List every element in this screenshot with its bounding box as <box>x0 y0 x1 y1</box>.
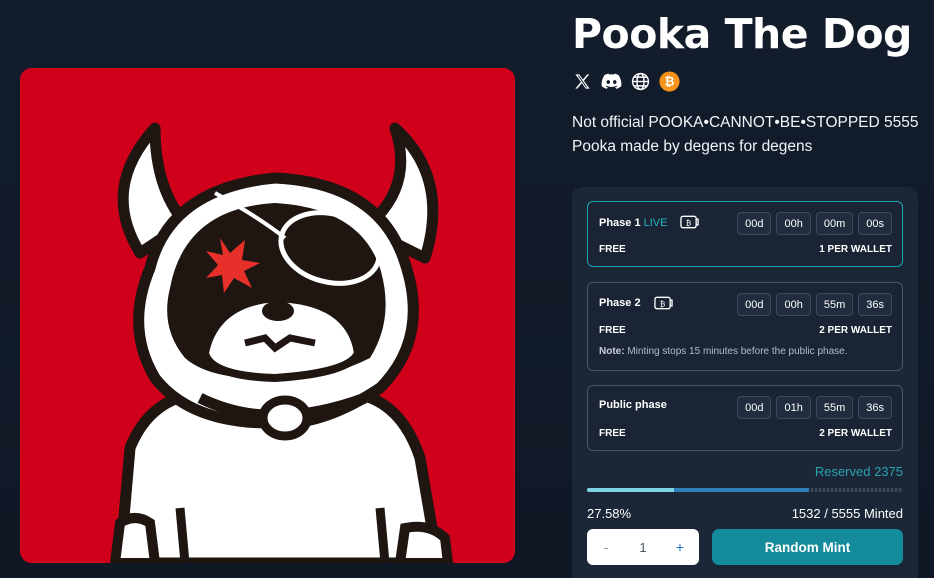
wallet-icon: ₿ <box>654 295 673 316</box>
phase-price: FREE <box>599 428 626 439</box>
globe-icon[interactable] <box>630 71 651 92</box>
countdown-timer: 00d 01h 55m 36s <box>737 396 892 419</box>
timer-hours: 00h <box>776 293 811 316</box>
timer-seconds: 36s <box>858 293 892 316</box>
minted-percent: 27.58% <box>587 506 632 521</box>
timer-days: 00d <box>737 293 772 316</box>
page-title: Pooka The Dog <box>572 10 912 58</box>
description-line: Pooka made by degens for degens <box>572 138 813 155</box>
timer-minutes: 00m <box>815 212 854 235</box>
live-badge: LIVE <box>643 217 668 229</box>
mint-progress-bar <box>587 488 903 492</box>
timer-minutes: 55m <box>815 293 854 316</box>
phase-card-public[interactable]: Public phase 00d 01h 55m 36s FREE 2 PER … <box>587 385 903 451</box>
note-label: Note: <box>599 346 625 357</box>
x-twitter-icon[interactable] <box>572 71 593 92</box>
discord-icon[interactable] <box>601 71 622 92</box>
pooka-dog-illustration <box>20 68 515 563</box>
progress-minted-fill <box>587 488 675 492</box>
note-text: Minting stops 15 minutes before the publ… <box>627 346 848 357</box>
phase-card-2[interactable]: Phase 2 ₿ 00d 00h 55m 36s FREE 2 PER WAL… <box>587 282 903 371</box>
increment-button[interactable]: + <box>673 539 687 555</box>
collection-description: Not official POOKA•CANNOT•BE•STOPPED 555… <box>572 111 934 159</box>
social-links: ₿ <box>572 71 680 92</box>
quantity-input[interactable]: 1 <box>639 540 646 555</box>
timer-days: 00d <box>737 396 772 419</box>
phase-limit: 2 PER WALLET <box>819 325 892 336</box>
svg-text:₿: ₿ <box>660 299 666 308</box>
description-line: Not official POOKA•CANNOT•BE•STOPPED 555… <box>572 114 919 131</box>
phase-limit: 2 PER WALLET <box>819 428 892 439</box>
phase-price: FREE <box>599 244 626 255</box>
countdown-timer: 00d 00h 00m 00s <box>737 212 892 235</box>
svg-text:₿: ₿ <box>686 218 692 227</box>
phase-name: Phase 2 <box>599 297 641 309</box>
random-mint-button[interactable]: Random Mint <box>712 529 903 565</box>
decrement-button[interactable]: - <box>599 539 613 555</box>
timer-minutes: 55m <box>815 396 854 419</box>
phase-name: Public phase <box>599 399 667 411</box>
phase-name-label: Phase 1 <box>599 217 641 229</box>
timer-hours: 00h <box>776 212 811 235</box>
phase-limit: 1 PER WALLET <box>819 244 892 255</box>
phase-card-1[interactable]: Phase 1 LIVE ₿ 00d 00h 00m 00s FREE 1 PER… <box>587 201 903 267</box>
minted-count: 1532 / 5555 Minted <box>791 506 903 521</box>
nft-artwork <box>20 68 515 563</box>
svg-text:₿: ₿ <box>665 75 675 89</box>
wallet-icon: ₿ <box>680 214 699 235</box>
phase-price: FREE <box>599 325 626 336</box>
timer-days: 00d <box>737 212 772 235</box>
bitcoin-icon[interactable]: ₿ <box>659 71 680 92</box>
countdown-timer: 00d 00h 55m 36s <box>737 293 892 316</box>
reserved-count: Reserved 2375 <box>814 464 903 479</box>
quantity-stepper: - 1 + <box>587 529 699 565</box>
timer-seconds: 36s <box>858 396 892 419</box>
phase-name: Phase 1 LIVE <box>599 217 667 229</box>
phase-note: Note: Minting stops 15 minutes before th… <box>599 346 847 357</box>
timer-seconds: 00s <box>858 212 892 235</box>
mint-panel: Phase 1 LIVE ₿ 00d 00h 00m 00s FREE 1 PER… <box>572 187 918 578</box>
timer-hours: 01h <box>776 396 811 419</box>
